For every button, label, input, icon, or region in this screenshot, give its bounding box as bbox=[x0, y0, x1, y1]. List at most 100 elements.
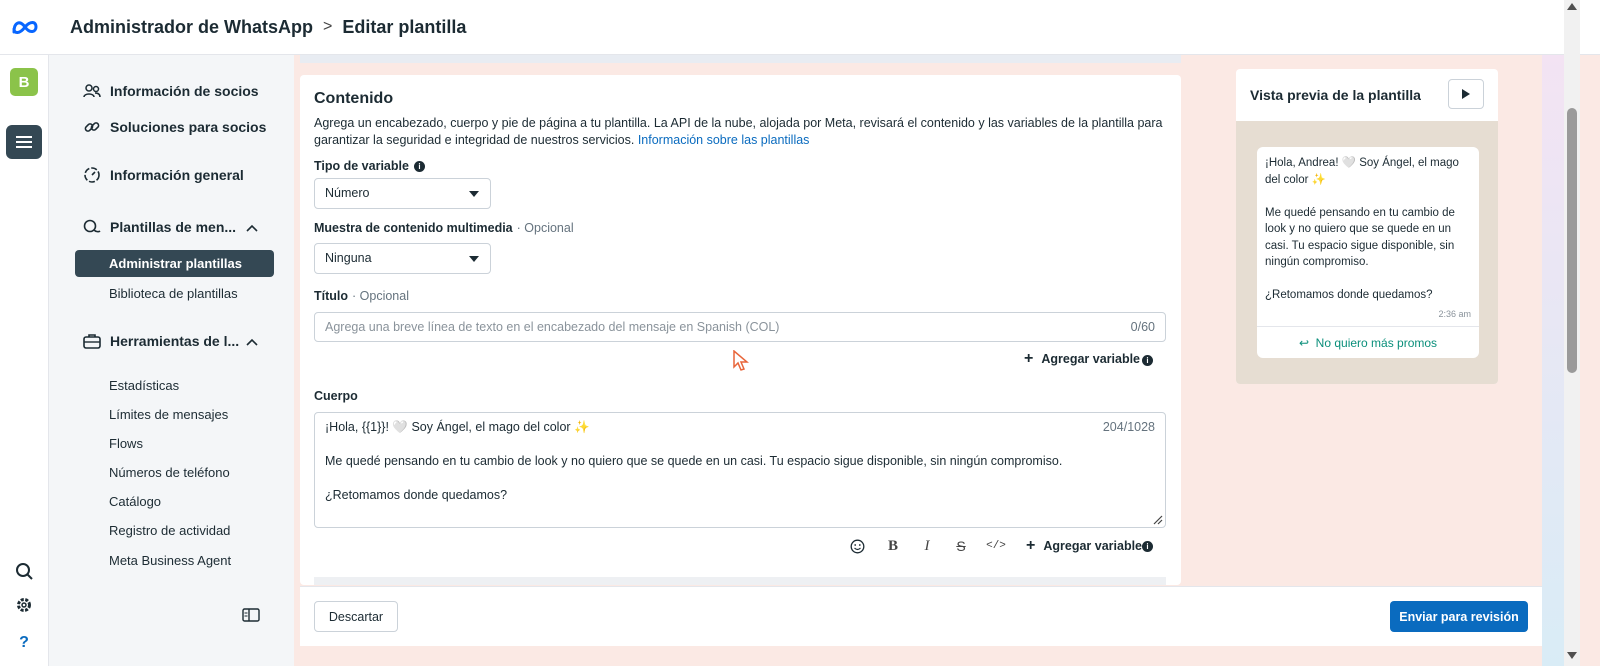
message-bubble: ¡Hola, Andrea! 🤍 Soy Ángel, el mago del … bbox=[1257, 147, 1479, 358]
message-paragraph: ¡Hola, Andrea! 🤍 Soy Ángel, el mago del … bbox=[1265, 157, 1459, 186]
breadcrumb-app[interactable]: Administrador de WhatsApp bbox=[70, 17, 313, 38]
sidebar-item-statistics[interactable]: Estadísticas bbox=[109, 378, 179, 393]
italic-icon[interactable]: I bbox=[918, 537, 936, 555]
message-paragraph: ¿Retomamos donde quedamos? bbox=[1265, 289, 1433, 301]
select-value: Ninguna bbox=[325, 251, 372, 265]
title-add-variable-button[interactable]: + Agregar variable bbox=[1024, 350, 1140, 368]
caret-down-icon bbox=[469, 256, 479, 262]
message-timestamp: 2:36 am bbox=[1438, 308, 1471, 319]
content-card: Contenido Agrega un encabezado, cuerpo y… bbox=[300, 75, 1181, 585]
scroll-down-arrow-icon[interactable] bbox=[1567, 652, 1577, 659]
resize-handle-icon[interactable] bbox=[1153, 515, 1163, 525]
meta-logo-icon[interactable] bbox=[0, 0, 50, 55]
info-icon[interactable]: i bbox=[1142, 355, 1153, 366]
play-preview-button[interactable] bbox=[1448, 79, 1484, 109]
submit-for-review-button[interactable]: Enviar para revisión bbox=[1390, 601, 1528, 632]
quick-reply-label: No quiero más promos bbox=[1315, 336, 1438, 350]
plus-icon: + bbox=[1024, 350, 1034, 367]
search-icon[interactable] bbox=[13, 560, 35, 582]
chat-bubbles-icon bbox=[82, 217, 102, 237]
sidebar-item-manage-templates[interactable]: Administrar plantillas bbox=[75, 250, 274, 277]
label-text: Título bbox=[314, 289, 349, 303]
icon-rail: B ? bbox=[0, 55, 49, 666]
footer-bar: Descartar Enviar para revisión bbox=[300, 586, 1542, 646]
body-add-variable-button[interactable]: + Agregar variable bbox=[1026, 537, 1142, 555]
sidebar-group-templates[interactable]: Plantillas de men... bbox=[82, 217, 236, 237]
menu-icon[interactable] bbox=[6, 125, 42, 159]
info-icon[interactable]: i bbox=[1142, 541, 1153, 552]
chat-preview-area: ¡Hola, Andrea! 🤍 Soy Ángel, el mago del … bbox=[1236, 121, 1498, 384]
scrollbar[interactable] bbox=[1564, 0, 1580, 666]
sidebar-item-catalog[interactable]: Catálogo bbox=[109, 494, 161, 509]
briefcase-icon bbox=[82, 331, 102, 351]
collapse-sidebar-icon[interactable] bbox=[242, 608, 260, 622]
sidebar-item-overview[interactable]: Información general bbox=[82, 165, 244, 185]
sidebar-item-meta-business-agent[interactable]: Meta Business Agent bbox=[109, 553, 231, 568]
link-icon bbox=[82, 117, 102, 137]
chevron-up-icon[interactable] bbox=[245, 335, 259, 349]
body-label: Cuerpo bbox=[314, 389, 358, 403]
sidebar-item-activity-log[interactable]: Registro de actividad bbox=[109, 523, 230, 538]
sidebar-item-label: Información general bbox=[110, 167, 244, 183]
preview-title: Vista previa de la plantilla bbox=[1250, 87, 1421, 103]
sidebar-item-partner-solutions[interactable]: Soluciones para socios bbox=[82, 117, 266, 137]
sidebar-item-message-limits[interactable]: Límites de mensajes bbox=[109, 407, 228, 422]
sidebar-item-label: Plantillas de men... bbox=[110, 219, 237, 235]
caret-down-icon bbox=[469, 191, 479, 197]
media-sample-label: Muestra de contenido multimedia · Opcion… bbox=[314, 221, 574, 235]
chevron-up-icon[interactable] bbox=[245, 221, 259, 235]
char-counter: 204/1028 bbox=[1102, 420, 1155, 434]
bold-icon[interactable]: B bbox=[884, 537, 902, 555]
mouse-cursor-icon bbox=[733, 350, 749, 371]
plus-icon: + bbox=[1026, 537, 1036, 554]
code-icon[interactable]: </> bbox=[986, 537, 1006, 555]
gauge-icon bbox=[82, 165, 102, 185]
title-input[interactable]: Agrega una breve línea de texto en el en… bbox=[314, 312, 1166, 342]
sidebar-item-label: Información de socios bbox=[110, 83, 259, 99]
play-icon bbox=[1462, 89, 1470, 99]
info-icon[interactable]: i bbox=[413, 160, 425, 172]
scrollbar-thumb[interactable] bbox=[1567, 108, 1577, 373]
sidebar-group-tools[interactable]: Herramientas de l... bbox=[82, 331, 239, 351]
optional-text: · Opcional bbox=[516, 221, 574, 235]
sidebar-item-phone-numbers[interactable]: Números de teléfono bbox=[109, 465, 230, 480]
button-label: Agregar variable bbox=[1041, 352, 1141, 366]
strikethrough-icon[interactable]: S bbox=[952, 537, 970, 555]
sidebar-item-label: Soluciones para socios bbox=[110, 119, 267, 135]
right-edge bbox=[1542, 55, 1564, 666]
people-icon bbox=[82, 81, 102, 101]
discard-button[interactable]: Descartar bbox=[314, 601, 398, 632]
previous-card bbox=[300, 55, 1181, 63]
scroll-up-arrow-icon[interactable] bbox=[1567, 3, 1577, 10]
template-preview-panel: Vista previa de la plantilla ¡Hola, Andr… bbox=[1236, 69, 1498, 384]
label-text: Muestra de contenido multimedia bbox=[314, 221, 513, 235]
section-title: Contenido bbox=[314, 90, 394, 107]
body-textarea[interactable]: ¡Hola, {{1}}! 🤍 Soy Ángel, el mago del c… bbox=[314, 412, 1166, 528]
media-sample-select[interactable]: Ninguna bbox=[314, 243, 491, 274]
body-line: ¡Hola, {{1}}! 🤍 Soy Ángel, el mago del c… bbox=[325, 420, 590, 434]
reply-icon: ↩ bbox=[1298, 336, 1309, 350]
title-label: Título · Opcional bbox=[314, 289, 409, 303]
variable-type-label: Tipo de variable i bbox=[314, 159, 425, 173]
sidebar-item-label: Herramientas de l... bbox=[110, 333, 240, 349]
templates-info-link[interactable]: Información sobre las plantillas bbox=[638, 133, 810, 147]
top-bar: Administrador de WhatsApp > Editar plant… bbox=[0, 0, 1600, 55]
breadcrumb-chevron-icon: > bbox=[323, 18, 333, 35]
emoji-icon[interactable] bbox=[848, 537, 866, 555]
page-title: Editar plantilla bbox=[342, 16, 467, 37]
section-description: Agrega un encabezado, cuerpo y pie de pá… bbox=[314, 115, 1164, 149]
body-line: Me quedé pensando en tu cambio de look y… bbox=[325, 454, 1063, 468]
quick-reply-button[interactable]: ↩ No quiero más promos bbox=[1257, 326, 1479, 352]
select-value: Número bbox=[325, 186, 370, 200]
sidebar-item-partner-info[interactable]: Información de socios bbox=[82, 81, 259, 101]
variable-type-select[interactable]: Número bbox=[314, 178, 491, 209]
sidebar-item-template-library[interactable]: Biblioteca de plantillas bbox=[109, 286, 238, 301]
input-placeholder: Agrega una breve línea de texto en el en… bbox=[325, 320, 780, 334]
gear-icon[interactable] bbox=[13, 594, 35, 616]
body-line: ¿Retomamos donde quedamos? bbox=[325, 488, 508, 502]
label-text: Tipo de variable bbox=[314, 159, 409, 173]
help-icon[interactable]: ? bbox=[13, 632, 35, 654]
message-paragraph: Me quedé pensando en tu cambio de look y… bbox=[1265, 206, 1455, 269]
business-avatar[interactable]: B bbox=[10, 68, 38, 96]
sidebar-item-flows[interactable]: Flows bbox=[109, 436, 143, 451]
